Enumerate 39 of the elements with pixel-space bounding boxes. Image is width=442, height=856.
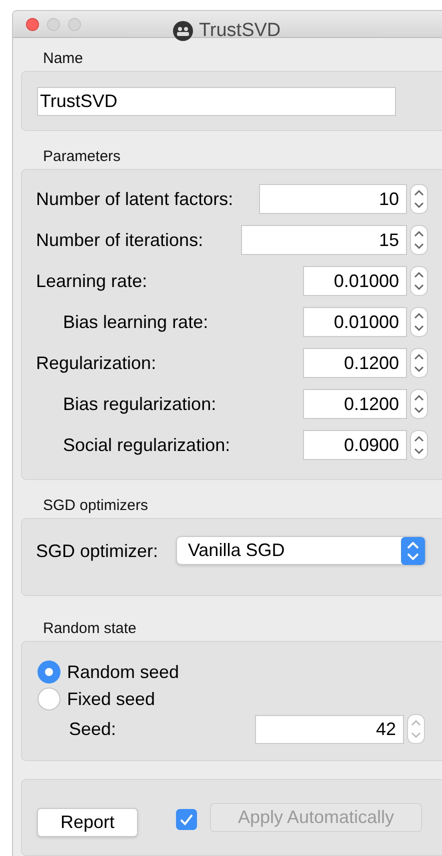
spinner-icon[interactable]: [410, 389, 428, 419]
radio-button[interactable]: [37, 660, 61, 684]
spinner-icon[interactable]: [410, 430, 428, 460]
spinner-icon[interactable]: [410, 307, 428, 337]
group-title: Parameters: [43, 148, 122, 166]
number-field[interactable]: 0.1200: [303, 389, 407, 419]
spinner-icon[interactable]: [410, 348, 428, 378]
radio-label: Random seed: [67, 661, 180, 684]
number-field[interactable]: 10: [259, 184, 407, 214]
people-icon: [173, 21, 193, 42]
field-label: Number of iterations:: [36, 228, 204, 252]
dropdown-arrows-icon: [401, 536, 425, 564]
number-field[interactable]: 0.01000: [303, 307, 407, 337]
seed-field[interactable]: 42: [255, 714, 404, 744]
group-title: Random state: [43, 620, 138, 638]
radio-button[interactable]: [37, 687, 61, 711]
spinner-icon[interactable]: [410, 225, 428, 255]
spinner-icon[interactable]: [410, 266, 428, 296]
field-label: Seed:: [69, 718, 118, 740]
field-label: SGD optimizer:: [36, 540, 160, 563]
number-field[interactable]: 0.01000: [303, 266, 407, 296]
window-title: TrustSVD: [199, 19, 281, 43]
radio-label: Fixed seed: [67, 688, 156, 711]
field-label: Number of latent factors:: [36, 188, 234, 210]
field-label: Regularization:: [36, 352, 156, 375]
group-title: SGD optimizers: [43, 497, 150, 515]
report-button[interactable]: Report: [37, 808, 138, 837]
close-button[interactable]: [26, 18, 39, 30]
group-title: Name: [43, 50, 84, 68]
number-field[interactable]: 15: [241, 225, 407, 255]
field-label: Learning rate:: [36, 270, 148, 293]
field-label: Bias regularization:: [63, 392, 216, 416]
field-label: Social regularization:: [63, 434, 230, 457]
field-label: Bias learning rate:: [63, 310, 208, 334]
name-field[interactable]: TrustSVD: [37, 86, 396, 116]
spinner-icon[interactable]: [410, 184, 428, 214]
number-field[interactable]: 0.0900: [303, 430, 407, 460]
optimizer-dropdown[interactable]: Vanilla SGD: [176, 536, 426, 565]
number-field[interactable]: 0.1200: [303, 348, 407, 378]
